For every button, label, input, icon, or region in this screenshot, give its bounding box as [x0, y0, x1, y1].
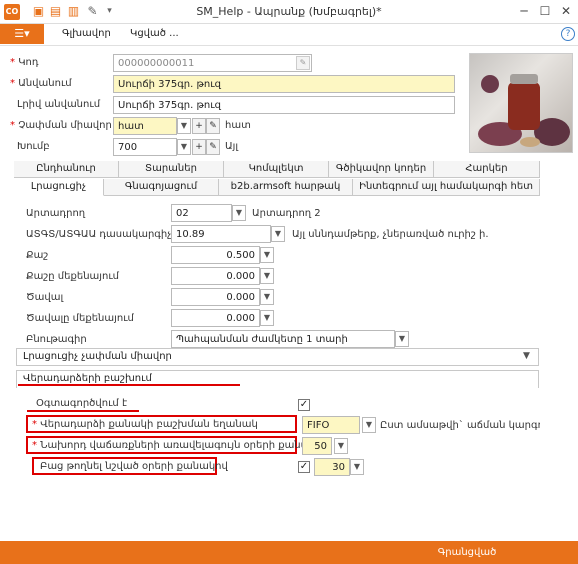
unit-add-icon[interactable]: + — [192, 118, 206, 134]
producer-label: Արտադրող — [26, 208, 86, 219]
tab-general[interactable]: Ընդհանուր — [14, 161, 119, 178]
group-edit-icon[interactable]: ✎ — [206, 139, 220, 155]
producer-text: Արտադրող 2 — [252, 208, 321, 219]
tab-pricing[interactable]: Գնագոյացում — [104, 179, 219, 196]
nature-label: Բնութագիր — [26, 334, 87, 345]
days-field[interactable]: 50 — [302, 437, 332, 455]
group-field[interactable]: 700 — [113, 138, 177, 156]
method-field[interactable]: FIFO — [302, 416, 360, 434]
volume-vehicle-field[interactable]: 0.000 — [171, 309, 260, 327]
menu-item-attached[interactable]: Կցված ... — [130, 28, 179, 39]
returns-underline — [18, 384, 240, 386]
menu-item-main[interactable]: Գլխավոր — [62, 28, 111, 39]
weight-vehicle-dropdown-icon[interactable]: ▼ — [260, 268, 274, 284]
weight-field[interactable]: 0.500 — [171, 246, 260, 264]
name-label: * Անվանում — [10, 78, 72, 89]
tab-strip: Ընդհանուր Տարաներ Կոմպլեկտ Գծիկավոր կոդե… — [14, 161, 540, 197]
skip-label-box: Բաց թողնել նշված օրերի քանակով — [32, 457, 228, 475]
name-field[interactable]: Սուրճի 375գր. թուզ — [113, 75, 455, 93]
group-label: Խումբ — [17, 141, 50, 152]
skip-checkbox[interactable]: ✓ — [298, 461, 310, 473]
used-label: Օգտագործվում է — [36, 398, 128, 409]
method-label: * Վերադարձի քանակի բաշխման եղանակ — [32, 419, 258, 430]
method-label-box: * Վերադարձի քանակի բաշխման եղանակ — [26, 415, 297, 433]
group-dropdown-icon[interactable]: ▼ — [177, 139, 191, 155]
used-checkbox[interactable]: ✓ — [298, 399, 310, 411]
close-icon[interactable]: ✕ — [556, 3, 576, 19]
window-title: SM_Help - Ապրանք (Խմբագրել)* — [196, 5, 382, 18]
maximize-icon[interactable]: ☐ — [535, 3, 555, 19]
weight-label: Քաշ — [26, 250, 49, 261]
code-label: * Կոդ — [10, 57, 39, 68]
tab-additional[interactable]: Լրացուցիչ — [14, 179, 104, 196]
tab-taxes[interactable]: Հարկեր — [434, 161, 540, 178]
days-dropdown-icon[interactable]: ▼ — [334, 438, 348, 454]
group-add-icon[interactable]: + — [192, 139, 206, 155]
skip-dropdown-icon[interactable]: ▼ — [350, 459, 364, 475]
adgtn-text: Այլ սննդամթերք, չներառված ուրիշ ի. — [292, 229, 489, 240]
tab-integration[interactable]: Ինտեգրում այլ համակարգի հետ — [353, 179, 540, 196]
method-text: Ըստ ամսաթվի` աճման կարգով — [380, 420, 540, 431]
days-label-box: * Նախորդ վաճառքների առավելագույն օրերի ք… — [26, 436, 317, 454]
unit-field[interactable]: հատ — [113, 117, 177, 135]
skip-field[interactable]: 30 — [314, 458, 350, 476]
tab-b2b[interactable]: b2b.armsoft հարթակ — [219, 179, 353, 196]
volume-vehicle-label: Ծավալը մեքենայում — [26, 313, 134, 324]
product-image[interactable] — [469, 53, 573, 153]
nature-field[interactable]: Պահպանման ժամկետը 1 տարի — [171, 330, 395, 348]
adgtn-label: ԱՏԳՏ/ԱՏԳԱԱ դասակարգիչ — [26, 229, 172, 240]
menu-icon[interactable]: ☰▾ — [0, 24, 44, 44]
volume-vehicle-dropdown-icon[interactable]: ▼ — [260, 310, 274, 326]
minimize-icon[interactable]: ─ — [514, 3, 534, 19]
chevron-down-icon[interactable]: ▼ — [523, 351, 530, 361]
fullname-field[interactable]: Սուրճի 375գր. թուզ — [113, 96, 455, 114]
producer-field[interactable]: 02 — [171, 204, 232, 222]
unit-dropdown-icon[interactable]: ▼ — [177, 118, 191, 134]
tab-containers[interactable]: Տարաներ — [119, 161, 224, 178]
unit-label: * Չափման միավոր — [10, 120, 112, 131]
skip-label: Բաց թողնել նշված օրերի քանակով — [40, 461, 228, 472]
adgtn-field[interactable]: 10.89 — [171, 225, 271, 243]
volume-dropdown-icon[interactable]: ▼ — [260, 289, 274, 305]
help-icon[interactable]: ? — [561, 27, 575, 41]
unit-text: հատ — [225, 120, 251, 131]
method-dropdown-icon[interactable]: ▼ — [362, 417, 376, 433]
adgtn-dropdown-icon[interactable]: ▼ — [271, 226, 285, 242]
weight-vehicle-label: Քաշը մեքենայում — [26, 271, 120, 282]
unit-edit-icon[interactable]: ✎ — [206, 118, 220, 134]
tab-barcodes[interactable]: Գծիկավոր կոդեր — [329, 161, 434, 178]
code-field[interactable]: 000000000011 — [113, 54, 312, 72]
used-label-box: Օգտագործվում է — [27, 396, 139, 412]
group-text: Այլ — [225, 141, 239, 152]
extra-unit-section[interactable]: Լրացուցիչ չափման միավոր — [16, 348, 539, 366]
save-button[interactable]: Գրանցված — [407, 541, 527, 564]
tab-kit[interactable]: Կոմպլեկտ — [224, 161, 329, 178]
fullname-label: Լրիվ անվանում — [17, 99, 101, 110]
volume-field[interactable]: 0.000 — [171, 288, 260, 306]
weight-dropdown-icon[interactable]: ▼ — [260, 247, 274, 263]
edit-icon[interactable]: ✎ — [296, 56, 310, 70]
volume-label: Ծավալ — [26, 292, 64, 303]
producer-dropdown-icon[interactable]: ▼ — [232, 205, 246, 221]
days-label: * Նախորդ վաճառքների առավելագույն օրերի ք… — [32, 440, 317, 451]
nature-dropdown-icon[interactable]: ▼ — [395, 331, 409, 347]
weight-vehicle-field[interactable]: 0.000 — [171, 267, 260, 285]
